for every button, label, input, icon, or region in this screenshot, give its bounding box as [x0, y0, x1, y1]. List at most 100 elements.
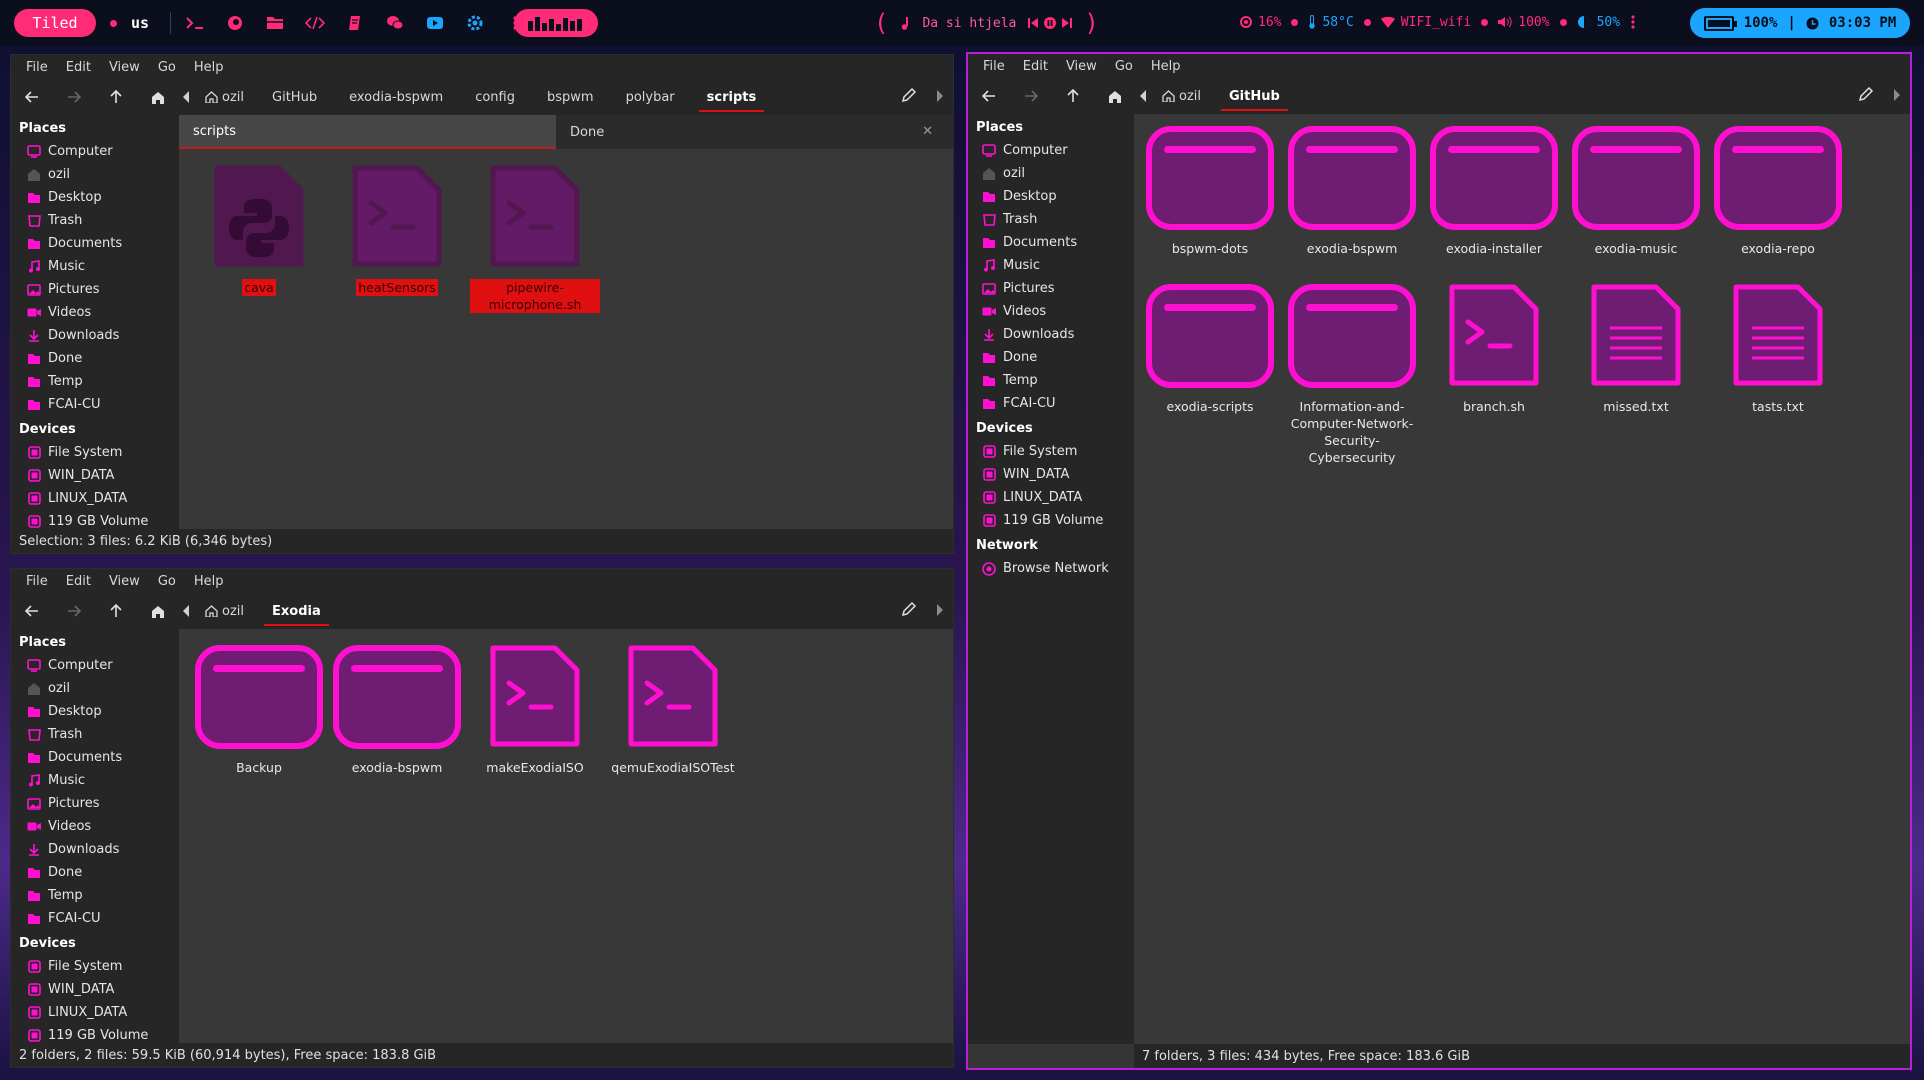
menu-view[interactable]: View — [100, 60, 149, 75]
file-item-bspwm-dots[interactable]: bspwm-dots — [1140, 126, 1280, 257]
firefox-icon[interactable] — [215, 10, 255, 36]
forward-button[interactable] — [53, 82, 95, 112]
keyboard-layout[interactable]: us — [110, 14, 149, 32]
menu-help[interactable]: Help — [185, 60, 233, 75]
breadcrumb-scripts[interactable]: scripts — [691, 79, 773, 115]
menu-go[interactable]: Go — [1106, 59, 1142, 74]
sidebar-item-ozil[interactable]: ozil — [11, 677, 179, 700]
layout-indicator[interactable]: Tiled — [14, 9, 96, 37]
brightness-stat[interactable]: 50% — [1577, 15, 1620, 30]
back-button[interactable] — [11, 82, 53, 112]
sidebar-item-pictures[interactable]: Pictures — [968, 277, 1134, 300]
sidebar-item-trash[interactable]: Trash — [11, 723, 179, 746]
crumb-scroll-left-icon[interactable] — [1140, 90, 1146, 102]
file-view[interactable]: scripts Done ✕ cava heatSensors pipewire-m… — [179, 115, 953, 529]
breadcrumb-github[interactable]: GitHub — [256, 79, 333, 115]
sidebar-item-music[interactable]: Music — [968, 254, 1134, 277]
sidebar-item-computer[interactable]: Computer — [11, 140, 179, 163]
sidebar-item-done[interactable]: Done — [968, 346, 1134, 369]
sidebar-item-browse-network[interactable]: Browse Network — [968, 557, 1134, 580]
sidebar-item-file-system[interactable]: File System — [968, 440, 1134, 463]
chat-icon[interactable] — [375, 10, 415, 36]
sidebar-item-downloads[interactable]: Downloads — [11, 838, 179, 861]
pause-icon[interactable] — [1044, 17, 1057, 29]
sidebar-item-fcai-cu[interactable]: FCAI-CU — [11, 907, 179, 930]
temperature-stat[interactable]: 58°C — [1308, 15, 1354, 30]
breadcrumb-exodia[interactable]: Exodia — [256, 593, 337, 629]
sidebar-item-win-data[interactable]: WIN_DATA — [11, 978, 179, 1001]
file-item-backup[interactable]: Backup — [189, 645, 329, 776]
forward-button[interactable] — [53, 596, 95, 626]
file-item-cava[interactable]: cava — [189, 165, 329, 296]
edit-location-icon[interactable] — [901, 601, 917, 617]
sidebar-item-downloads[interactable]: Downloads — [11, 324, 179, 347]
volume-stat[interactable]: 100% — [1498, 15, 1550, 30]
menu-go[interactable]: Go — [149, 60, 185, 75]
sidebar-item-temp[interactable]: Temp — [11, 884, 179, 907]
sidebar-item-trash[interactable]: Trash — [968, 208, 1134, 231]
menu-edit[interactable]: Edit — [57, 60, 100, 75]
sidebar-item-ozil[interactable]: ozil — [968, 162, 1134, 185]
settings-icon[interactable] — [455, 10, 495, 36]
sidebar-item-videos[interactable]: Videos — [11, 815, 179, 838]
breadcrumb-home[interactable]: ozil — [199, 604, 256, 619]
sidebar-item-music[interactable]: Music — [11, 769, 179, 792]
file-view[interactable]: Backup exodia-bspwm makeExodiaISO qemuExodi… — [179, 629, 953, 1043]
file-item-exodia-bspwm[interactable]: exodia-bspwm — [327, 645, 467, 776]
sidebar-item-119-gb-volume[interactable]: 119 GB Volume — [968, 509, 1134, 532]
breadcrumb-bspwm[interactable]: bspwm — [531, 79, 610, 115]
chevron-right-icon[interactable] — [937, 604, 943, 616]
file-item-exodia-scripts[interactable]: exodia-scripts — [1140, 284, 1280, 415]
back-button[interactable] — [11, 596, 53, 626]
sidebar-item-119-gb-volume[interactable]: 119 GB Volume — [11, 510, 179, 529]
edit-location-icon[interactable] — [1858, 86, 1874, 102]
sidebar-item-win-data[interactable]: WIN_DATA — [11, 464, 179, 487]
sidebar-item-computer[interactable]: Computer — [968, 139, 1134, 162]
sidebar-item-pictures[interactable]: Pictures — [11, 792, 179, 815]
sidebar-item-ozil[interactable]: ozil — [11, 163, 179, 186]
menu-file[interactable]: File — [974, 59, 1014, 74]
breadcrumb-github[interactable]: GitHub — [1213, 78, 1296, 114]
sidebar-item-pictures[interactable]: Pictures — [11, 278, 179, 301]
sidebar-item-documents[interactable]: Documents — [968, 231, 1134, 254]
close-tab-icon[interactable]: ✕ — [922, 124, 933, 139]
sidebar-item-linux-data[interactable]: LINUX_DATA — [11, 1001, 179, 1024]
file-item-exodia-repo[interactable]: exodia-repo — [1708, 126, 1848, 257]
crumb-scroll-left-icon[interactable] — [183, 605, 189, 617]
sidebar-item-desktop[interactable]: Desktop — [968, 185, 1134, 208]
files-icon[interactable] — [255, 10, 295, 36]
sidebar-item-music[interactable]: Music — [11, 255, 179, 278]
sidebar-item-linux-data[interactable]: LINUX_DATA — [968, 486, 1134, 509]
more-icon[interactable] — [1630, 14, 1636, 30]
menu-view[interactable]: View — [1057, 59, 1106, 74]
up-button[interactable] — [95, 82, 137, 112]
file-item-heatsensors[interactable]: heatSensors — [327, 165, 467, 296]
sidebar-item-desktop[interactable]: Desktop — [11, 186, 179, 209]
tab-done[interactable]: Done — [556, 115, 953, 149]
file-item-information-and-computer-network-security-cybersecurity[interactable]: Information-and-Computer-Network-Securit… — [1282, 284, 1422, 466]
sidebar-item-desktop[interactable]: Desktop — [11, 700, 179, 723]
sidebar-item-videos[interactable]: Videos — [968, 300, 1134, 323]
sidebar-item-downloads[interactable]: Downloads — [968, 323, 1134, 346]
menu-edit[interactable]: Edit — [1014, 59, 1057, 74]
file-item-missed-txt[interactable]: missed.txt — [1566, 284, 1706, 415]
file-item-qemuexodiaisotest[interactable]: qemuExodiaISOTest — [603, 645, 743, 776]
chevron-right-icon[interactable] — [1894, 89, 1900, 101]
media-icon[interactable] — [415, 10, 455, 36]
file-item-makeexodiaiso[interactable]: makeExodiaISO — [465, 645, 605, 776]
breadcrumb-config[interactable]: config — [459, 79, 531, 115]
sidebar-item-documents[interactable]: Documents — [11, 232, 179, 255]
sidebar-item-computer[interactable]: Computer — [11, 654, 179, 677]
edit-location-icon[interactable] — [901, 87, 917, 103]
sidebar-item-file-system[interactable]: File System — [11, 441, 179, 464]
file-item-exodia-bspwm[interactable]: exodia-bspwm — [1282, 126, 1422, 257]
cpu-stat[interactable]: 16% — [1240, 15, 1281, 30]
visualizer-icon[interactable] — [514, 9, 598, 37]
notes-icon[interactable] — [335, 10, 375, 36]
menu-file[interactable]: File — [17, 574, 57, 589]
tab-scripts[interactable]: scripts — [179, 115, 557, 149]
wifi-stat[interactable]: WIFI_wifi — [1380, 15, 1471, 30]
up-button[interactable] — [1052, 81, 1094, 111]
sidebar-item-temp[interactable]: Temp — [11, 370, 179, 393]
sidebar-item-temp[interactable]: Temp — [968, 369, 1134, 392]
